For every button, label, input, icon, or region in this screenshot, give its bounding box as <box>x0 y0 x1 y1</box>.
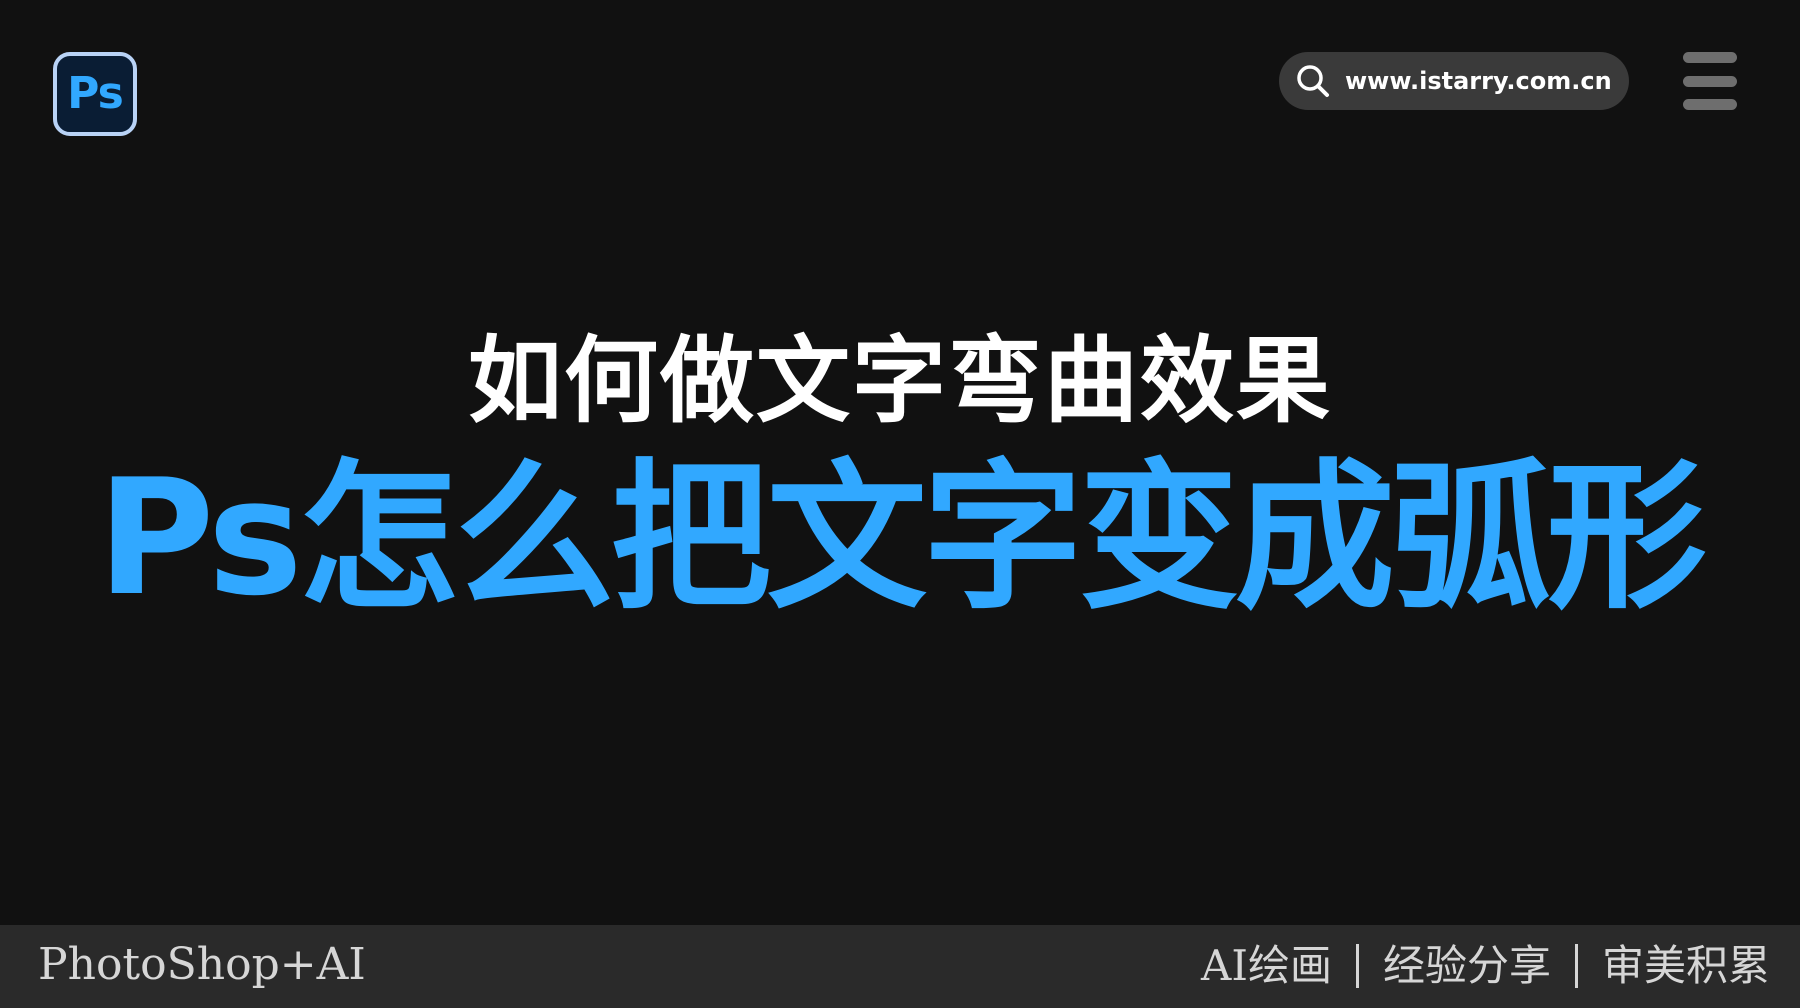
logo-text: Ps <box>67 68 124 119</box>
footer-tag-experience[interactable]: 经验分享 <box>1383 941 1551 991</box>
menu-bar-top <box>1683 52 1737 63</box>
search-bar[interactable]: www.istarry.com.cn <box>1279 52 1629 110</box>
menu-bar-bottom <box>1683 99 1737 110</box>
search-url-text: www.istarry.com.cn <box>1345 67 1612 95</box>
hero-title: Ps怎么把文字变成弧形 <box>97 444 1707 631</box>
footer-tag-ai-painting[interactable]: AI绘画 <box>1201 941 1332 991</box>
footer-brand: PhotoShop+AI <box>38 939 366 990</box>
menu-bar-middle <box>1683 75 1737 87</box>
page: Ps www.istarry.com.cn 如何做文字弯曲效果 Ps怎么把文字变… <box>0 0 1800 1008</box>
hero-subtitle: 如何做文字弯曲效果 <box>467 327 1332 436</box>
search-icon <box>1293 61 1333 101</box>
photoshop-logo-icon: Ps <box>53 52 137 136</box>
footer-tag-aesthetics[interactable]: 审美积累 <box>1602 941 1770 991</box>
footer-divider <box>1355 944 1359 989</box>
footer-bar: PhotoShop+AI AI绘画 经验分享 审美积累 <box>0 925 1800 1008</box>
hamburger-menu-icon[interactable] <box>1683 52 1737 110</box>
footer-divider <box>1574 944 1578 989</box>
footer-tags: AI绘画 经验分享 审美积累 <box>1201 941 1770 991</box>
